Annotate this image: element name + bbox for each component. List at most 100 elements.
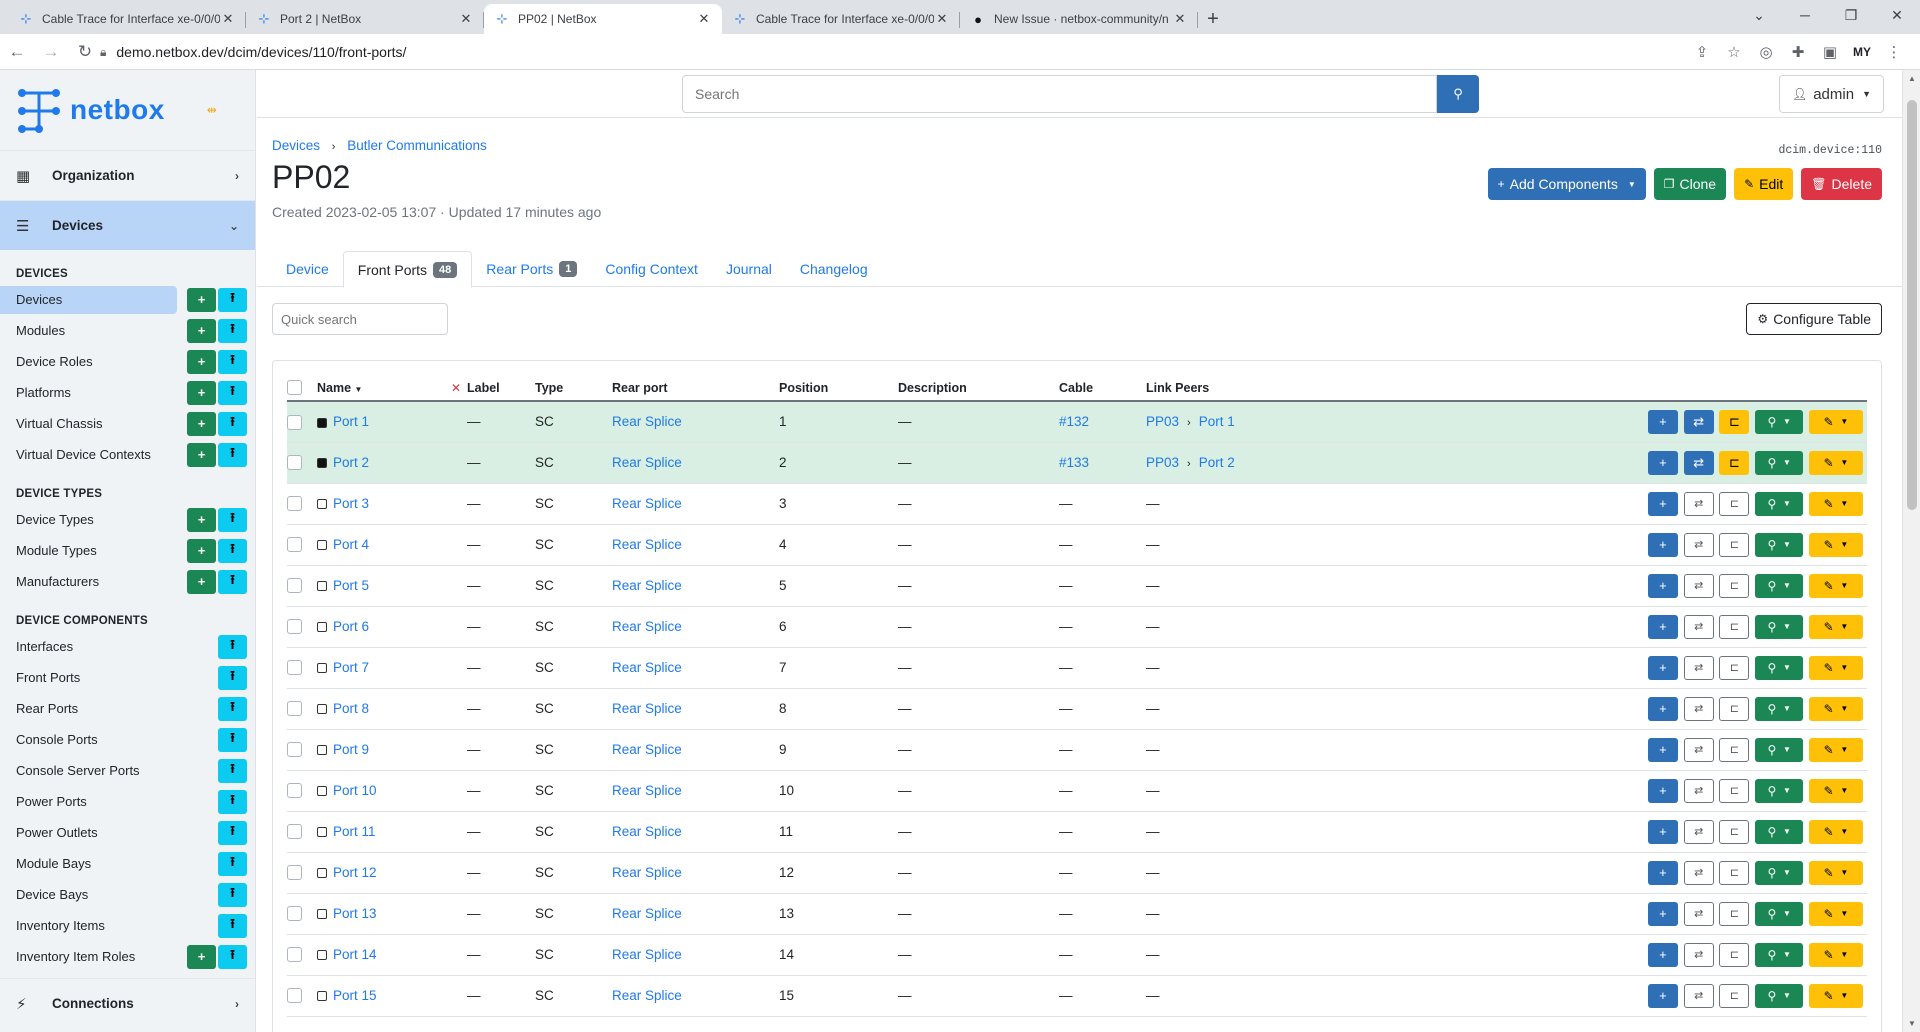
column-header-link-peers[interactable]: Link Peers xyxy=(1146,375,1346,402)
edit-dropdown-button[interactable]: ✎ ▼ xyxy=(1809,450,1863,475)
trace-button[interactable]: ⇄ xyxy=(1683,737,1714,762)
port-name-link[interactable]: Port 11 xyxy=(333,824,376,839)
add-device-types-button[interactable]: + xyxy=(187,507,216,532)
trace-button[interactable]: ⇄ xyxy=(1683,450,1714,475)
add-inventory-button[interactable]: + xyxy=(1647,491,1678,516)
edit-dropdown-button[interactable]: ✎ ▼ xyxy=(1809,532,1863,557)
minimize-icon[interactable]: ─ xyxy=(1782,0,1828,30)
browser-tab[interactable]: ⊹ PP02 | NetBox ✕ xyxy=(484,4,722,34)
sidebar-item-inventory-item-roles[interactable]: Inventory Item Roles + ⭱ xyxy=(0,941,255,972)
rear-port-link[interactable]: Rear Splice xyxy=(612,742,682,757)
disconnect-button[interactable]: ⊏ xyxy=(1719,573,1750,598)
port-name-link[interactable]: Port 7 xyxy=(333,660,369,675)
trace-button[interactable]: ⇄ xyxy=(1683,573,1714,598)
trace-button[interactable]: ⇄ xyxy=(1683,491,1714,516)
disconnect-button[interactable]: ⊏ xyxy=(1719,778,1750,803)
close-window-icon[interactable]: ✕ xyxy=(1874,0,1920,30)
scroll-up-icon[interactable]: ▲ xyxy=(1903,74,1920,83)
edit-dropdown-button[interactable]: ✎ ▼ xyxy=(1809,901,1863,926)
add-inventory-button[interactable]: + xyxy=(1647,532,1678,557)
port-name-link[interactable]: Port 4 xyxy=(333,537,369,552)
trace-button[interactable]: ⇄ xyxy=(1683,983,1714,1008)
sidebar-item-power-outlets[interactable]: Power Outlets ⭱ xyxy=(0,817,255,848)
import-console-server-ports-button[interactable]: ⭱ xyxy=(218,758,247,783)
edit-dropdown-button[interactable]: ✎ ▼ xyxy=(1809,409,1863,434)
import-inventory-item-roles-button[interactable]: ⭱ xyxy=(218,944,247,969)
connect-dropdown-button[interactable]: ⚲ ▼ xyxy=(1755,942,1804,967)
column-header-type[interactable]: Type xyxy=(535,375,612,402)
row-checkbox[interactable] xyxy=(287,824,302,840)
add-inventory-button[interactable]: + xyxy=(1647,819,1678,844)
disconnect-button[interactable]: ⊏ xyxy=(1719,983,1750,1008)
port-name-link[interactable]: Port 14 xyxy=(333,947,377,962)
connect-dropdown-button[interactable]: ⚲ ▼ xyxy=(1755,737,1804,762)
close-tab-icon[interactable]: ✕ xyxy=(696,11,712,27)
import-power-ports-button[interactable]: ⭱ xyxy=(218,789,247,814)
rear-port-link[interactable]: Rear Splice xyxy=(612,865,682,880)
sidebar-item-device-bays[interactable]: Device Bays ⭱ xyxy=(0,879,255,910)
tab-config-context[interactable]: Config Context xyxy=(591,251,712,287)
trace-button[interactable]: ⇄ xyxy=(1683,778,1714,803)
disconnect-button[interactable]: ⊏ xyxy=(1719,860,1750,885)
disconnect-button[interactable]: ⊏ xyxy=(1719,942,1750,967)
sidebar-item-device-types[interactable]: Device Types + ⭱ xyxy=(0,504,255,535)
port-name-link[interactable]: Port 9 xyxy=(333,742,369,757)
menu-group-organization[interactable]: ▦ Organization › xyxy=(0,150,255,200)
tab-search-icon[interactable]: ⌄ xyxy=(1736,0,1782,30)
select-all-checkbox[interactable] xyxy=(287,380,302,396)
import-interfaces-button[interactable]: ⭱ xyxy=(218,634,247,659)
rear-port-link[interactable]: Rear Splice xyxy=(612,455,682,470)
trace-button[interactable]: ⇄ xyxy=(1683,819,1714,844)
row-checkbox[interactable] xyxy=(287,619,302,635)
search-button[interactable]: ⚲ xyxy=(1437,75,1479,113)
sidebar-item-virtual-device-contexts[interactable]: Virtual Device Contexts + ⭱ xyxy=(0,439,255,470)
port-name-link[interactable]: Port 12 xyxy=(333,865,377,880)
edit-dropdown-button[interactable]: ✎ ▼ xyxy=(1809,573,1863,598)
edit-button[interactable]: ✎ Edit xyxy=(1734,168,1794,200)
trace-button[interactable]: ⇄ xyxy=(1683,655,1714,680)
import-devices-button[interactable]: ⭱ xyxy=(218,287,247,312)
add-inventory-button[interactable]: + xyxy=(1647,983,1678,1008)
connect-dropdown-button[interactable]: ⚲ ▼ xyxy=(1755,655,1804,680)
rear-port-link[interactable]: Rear Splice xyxy=(612,496,682,511)
rear-port-link[interactable]: Rear Splice xyxy=(612,824,682,839)
row-checkbox[interactable] xyxy=(287,455,302,471)
edit-dropdown-button[interactable]: ✎ ▼ xyxy=(1809,983,1863,1008)
rear-port-link[interactable]: Rear Splice xyxy=(612,414,682,429)
connect-dropdown-button[interactable]: ⚲ ▼ xyxy=(1755,696,1804,721)
connect-dropdown-button[interactable]: ⚲ ▼ xyxy=(1755,819,1804,844)
row-checkbox[interactable] xyxy=(287,496,302,512)
sidebar-item-modules[interactable]: Modules + ⭱ xyxy=(0,315,255,346)
import-virtual-chassis-button[interactable]: ⭱ xyxy=(218,411,247,436)
add-inventory-button[interactable]: + xyxy=(1647,450,1678,475)
row-checkbox[interactable] xyxy=(287,988,302,1004)
add-inventory-button[interactable]: + xyxy=(1647,409,1678,434)
user-menu-button[interactable]: 👤︎ admin ▼ xyxy=(1778,75,1884,113)
breadcrumb-site[interactable]: Butler Communications xyxy=(347,138,487,153)
import-modules-button[interactable]: ⭱ xyxy=(218,318,247,343)
sidebar-item-virtual-chassis[interactable]: Virtual Chassis + ⭱ xyxy=(0,408,255,439)
peer-port-link[interactable]: Port 1 xyxy=(1199,414,1235,429)
add-inventory-button[interactable]: + xyxy=(1647,860,1678,885)
disconnect-button[interactable]: ⊏ xyxy=(1719,901,1750,926)
clear-sort-icon[interactable]: ✕ xyxy=(451,381,467,395)
browser-tab[interactable]: ⊹ Cable Trace for Interface xe-0/0/0 ✕ xyxy=(8,4,246,34)
row-checkbox[interactable] xyxy=(287,660,302,676)
trace-button[interactable]: ⇄ xyxy=(1683,532,1714,557)
connect-dropdown-button[interactable]: ⚲ ▼ xyxy=(1755,860,1804,885)
connect-dropdown-button[interactable]: ⚲ ▼ xyxy=(1755,450,1804,475)
connect-dropdown-button[interactable]: ⚲ ▼ xyxy=(1755,573,1804,598)
edit-dropdown-button[interactable]: ✎ ▼ xyxy=(1809,778,1863,803)
import-virtual-device-contexts-button[interactable]: ⭱ xyxy=(218,442,247,467)
add-devices-button[interactable]: + xyxy=(187,287,216,312)
profile-label[interactable]: MY xyxy=(1846,45,1878,59)
puzzle-icon[interactable]: ✚ xyxy=(1782,43,1814,61)
tab-changelog[interactable]: Changelog xyxy=(786,251,882,287)
sidebar-item-console-server-ports[interactable]: Console Server Ports ⭱ xyxy=(0,755,255,786)
port-name-link[interactable]: Port 8 xyxy=(333,701,369,716)
trace-button[interactable]: ⇄ xyxy=(1683,696,1714,721)
port-name-link[interactable]: Port 3 xyxy=(333,496,369,511)
port-name-link[interactable]: Port 15 xyxy=(333,988,377,1003)
add-device-roles-button[interactable]: + xyxy=(187,349,216,374)
sidebar-item-device-roles[interactable]: Device Roles + ⭱ xyxy=(0,346,255,377)
